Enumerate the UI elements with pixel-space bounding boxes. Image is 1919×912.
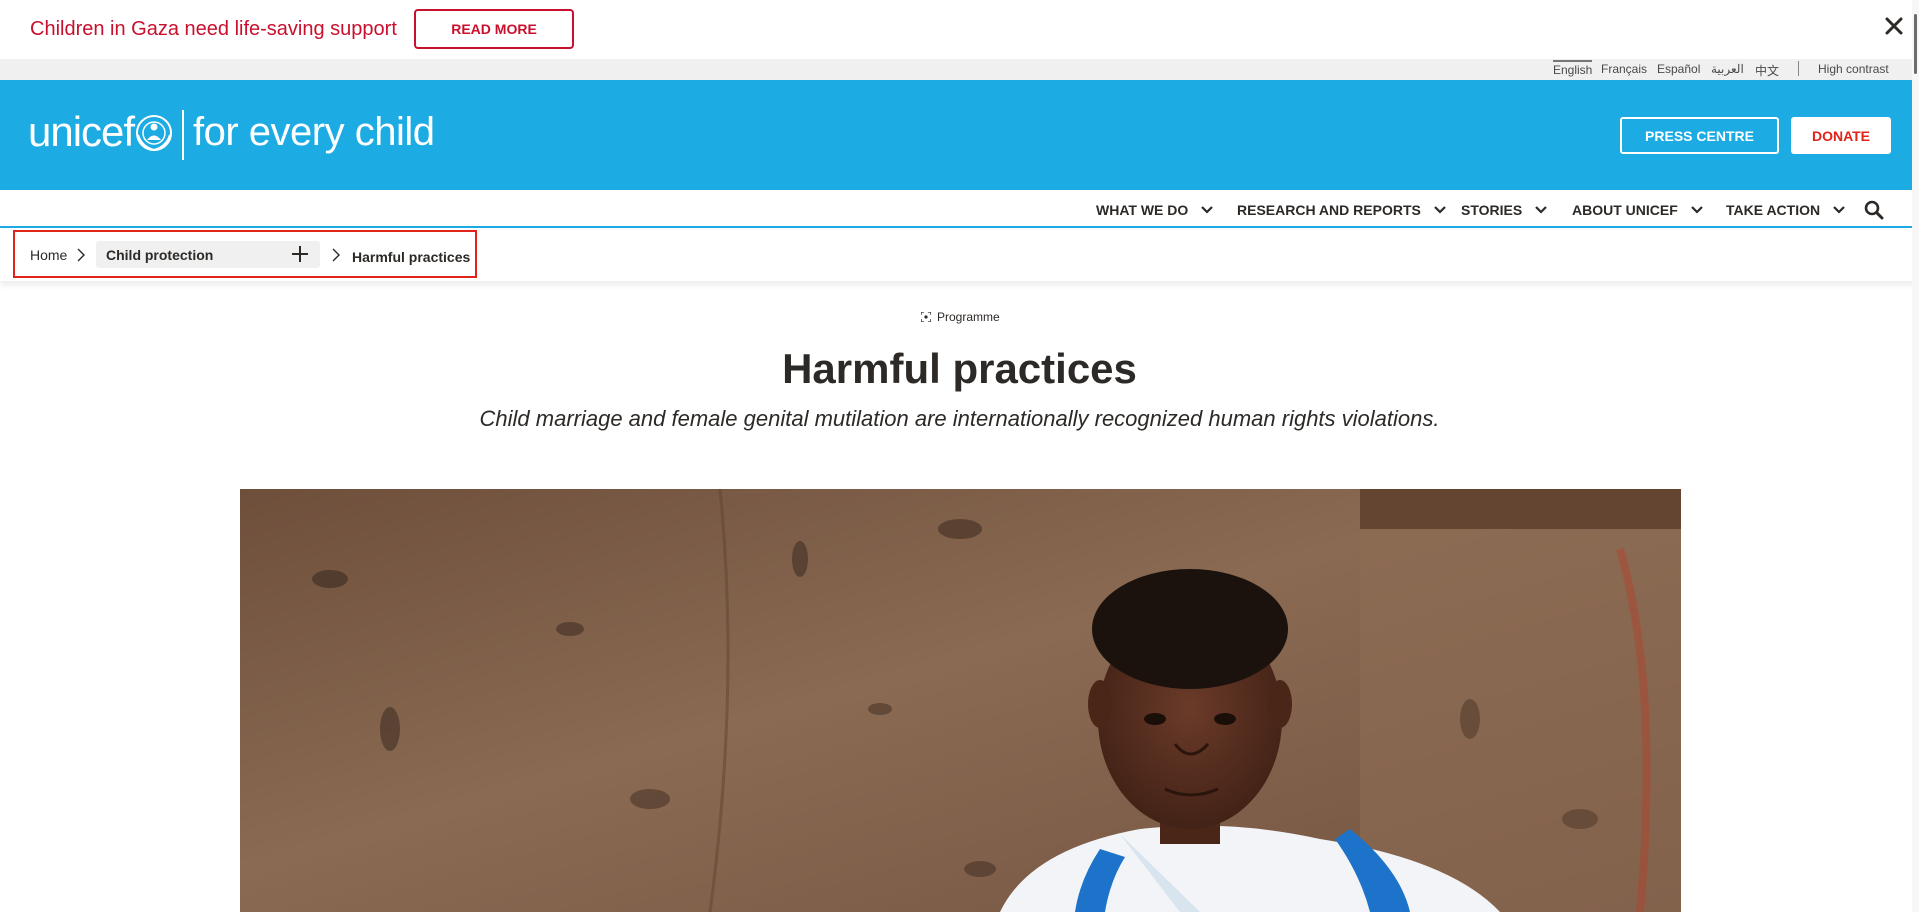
programme-tag: Programme	[921, 310, 1000, 324]
plus-icon	[292, 246, 308, 262]
search-icon[interactable]	[1864, 200, 1884, 220]
page-subtitle: Child marriage and female genital mutila…	[479, 406, 1440, 431]
scrollbar[interactable]	[1912, 0, 1919, 912]
high-contrast-toggle[interactable]: High contrast	[1818, 62, 1889, 76]
scrollbar-thumb[interactable]	[1914, 14, 1917, 74]
donate-button[interactable]: DONATE	[1791, 117, 1891, 154]
nav-item-label: WHAT WE DO	[1096, 202, 1189, 218]
nav-item-stories[interactable]: STORIES	[1461, 202, 1548, 218]
nav-item-research-and-reports[interactable]: RESEARCH AND REPORTS	[1237, 202, 1447, 218]
chevron-right-icon	[332, 248, 340, 262]
alert-message: Children in Gaza need life-saving suppor…	[30, 18, 397, 40]
hero-image	[240, 489, 1681, 912]
nav-item-take-action[interactable]: TAKE ACTION	[1726, 202, 1846, 218]
nav-item-label: ABOUT UNICEF	[1572, 202, 1678, 218]
page-title: Harmful practices	[782, 345, 1137, 392]
chevron-down-icon	[1535, 206, 1547, 214]
read-more-button[interactable]: READ MORE	[414, 9, 574, 49]
utility-bar: English Français Español العربية 中文 High…	[0, 59, 1919, 80]
logo-tagline: for every child	[193, 110, 435, 154]
unicef-logo[interactable]: unicef	[28, 108, 135, 156]
chevron-down-icon	[1434, 206, 1446, 214]
language-spanish[interactable]: Español	[1657, 62, 1700, 76]
nav-item-about-unicef[interactable]: ABOUT UNICEF	[1572, 202, 1704, 218]
programme-icon	[921, 312, 931, 322]
breadcrumb-section-label: Child protection	[106, 247, 214, 263]
un-emblem-icon	[136, 115, 172, 151]
breadcrumb-current-page: Harmful practices	[352, 249, 471, 265]
utility-divider	[1798, 61, 1799, 76]
nav-item-what-we-do[interactable]: WHAT WE DO	[1096, 202, 1214, 218]
programme-tag-label: Programme	[937, 310, 1000, 324]
breadcrumb-bar: Home Child protection Harmful practices	[0, 228, 1919, 281]
logo-separator	[182, 110, 184, 160]
language-english[interactable]: English	[1553, 60, 1593, 77]
press-centre-button[interactable]: PRESS CENTRE	[1620, 117, 1779, 154]
chevron-down-icon	[1833, 206, 1845, 214]
chevron-down-icon	[1691, 206, 1703, 214]
breadcrumb-home-link[interactable]: Home	[30, 247, 67, 263]
breadcrumb-section-dropdown[interactable]: Child protection	[96, 241, 320, 268]
chevron-right-icon	[77, 248, 85, 262]
nav-item-label: STORIES	[1461, 202, 1523, 218]
nav-item-label: RESEARCH AND REPORTS	[1237, 202, 1421, 218]
main-navigation: WHAT WE DO RESEARCH AND REPORTS STORIES …	[0, 190, 1919, 228]
nav-item-label: TAKE ACTION	[1726, 202, 1821, 218]
site-header: unicef for every child PRESS CENTRE DONA…	[0, 80, 1919, 190]
language-arabic[interactable]: العربية	[1711, 62, 1744, 76]
chevron-down-icon	[1201, 206, 1214, 214]
alert-banner: Children in Gaza need life-saving suppor…	[0, 0, 1919, 59]
language-chinese[interactable]: 中文	[1755, 62, 1779, 79]
language-french[interactable]: Français	[1601, 62, 1647, 76]
close-icon[interactable]	[1880, 12, 1908, 40]
hero-photo	[240, 489, 1681, 912]
